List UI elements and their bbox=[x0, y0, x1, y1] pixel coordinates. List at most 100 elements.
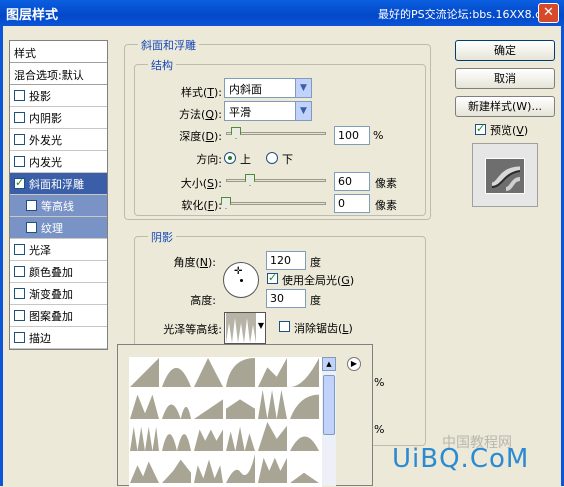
preview-swatch bbox=[485, 158, 525, 194]
popup-menu-button[interactable]: ▶ bbox=[347, 357, 361, 371]
ok-button[interactable]: 确定 bbox=[455, 40, 555, 61]
style-item[interactable]: 图案叠加 bbox=[10, 305, 107, 327]
size-input[interactable]: 60 bbox=[334, 172, 370, 191]
style-item[interactable]: 描边 bbox=[10, 327, 107, 349]
contour-preset[interactable] bbox=[289, 357, 320, 388]
depth-slider[interactable] bbox=[226, 132, 326, 135]
antialias-label: 消除锯齿(L) bbox=[294, 322, 353, 335]
style-item[interactable]: 颜色叠加 bbox=[10, 261, 107, 283]
percent-label-2: % bbox=[374, 423, 385, 436]
style-select[interactable]: 内斜面 ▼ bbox=[224, 78, 312, 98]
preview-checkbox[interactable] bbox=[475, 122, 486, 135]
style-item[interactable]: 等高线 bbox=[10, 195, 107, 217]
angle-unit: 度 bbox=[310, 256, 321, 269]
gloss-contour-label: 光泽等高线: bbox=[163, 323, 222, 336]
style-checkbox[interactable] bbox=[14, 244, 25, 255]
size-unit: 像素 bbox=[375, 177, 397, 190]
contour-preset[interactable] bbox=[257, 421, 288, 452]
gloss-contour-picker[interactable]: ▼ bbox=[224, 312, 266, 344]
cancel-button[interactable]: 取消 bbox=[455, 68, 555, 89]
style-item[interactable]: 外发光 bbox=[10, 129, 107, 151]
window-title: 图层样式 bbox=[6, 8, 59, 23]
close-button[interactable]: ✕ bbox=[538, 3, 559, 23]
popup-scrollbar[interactable]: ▲ bbox=[322, 357, 336, 486]
style-checkbox[interactable] bbox=[26, 222, 37, 233]
style-item[interactable]: 渐变叠加 bbox=[10, 283, 107, 305]
contour-preset[interactable] bbox=[225, 357, 256, 388]
styles-list: 样式 混合选项:默认 投影内阴影外发光内发光斜面和浮雕等高线纹理光泽颜色叠加渐变… bbox=[9, 40, 108, 350]
depth-input[interactable]: 100 bbox=[334, 126, 370, 145]
direction-up-radio[interactable] bbox=[224, 152, 236, 164]
contour-grid bbox=[129, 357, 322, 487]
contour-preset[interactable] bbox=[129, 421, 160, 452]
contour-preset[interactable] bbox=[193, 389, 224, 420]
contour-preset[interactable] bbox=[257, 357, 288, 388]
style-item[interactable]: 内阴影 bbox=[10, 107, 107, 129]
technique-value: 平滑 bbox=[229, 106, 251, 119]
contour-preset[interactable] bbox=[129, 453, 160, 484]
style-item[interactable]: 内发光 bbox=[10, 151, 107, 173]
contour-preset[interactable] bbox=[193, 453, 224, 484]
scroll-up-icon[interactable]: ▲ bbox=[322, 357, 336, 371]
global-light-checkbox[interactable] bbox=[267, 271, 278, 284]
contour-preset[interactable] bbox=[161, 453, 192, 484]
style-checkbox[interactable] bbox=[14, 288, 25, 299]
angle-dial[interactable]: ✛ bbox=[223, 262, 259, 298]
contour-preset[interactable] bbox=[225, 389, 256, 420]
new-style-button[interactable]: 新建样式(W)... bbox=[455, 96, 555, 117]
soften-input[interactable]: 0 bbox=[334, 194, 370, 213]
contour-preset[interactable] bbox=[257, 453, 288, 484]
soften-slider[interactable] bbox=[226, 202, 326, 205]
contour-preset[interactable] bbox=[129, 357, 160, 388]
contour-preset[interactable] bbox=[193, 357, 224, 388]
altitude-unit: 度 bbox=[310, 294, 321, 307]
style-checkbox[interactable] bbox=[14, 156, 25, 167]
style-item-label: 内阴影 bbox=[29, 111, 62, 125]
bevel-preview-icon bbox=[491, 166, 521, 191]
style-checkbox[interactable] bbox=[26, 200, 37, 211]
contour-preset[interactable] bbox=[225, 421, 256, 452]
scroll-thumb[interactable] bbox=[323, 375, 335, 435]
contour-preset[interactable] bbox=[225, 453, 256, 484]
angle-input[interactable]: 120 bbox=[266, 251, 306, 270]
style-item[interactable]: 光泽 bbox=[10, 239, 107, 261]
style-checkbox[interactable] bbox=[14, 90, 25, 101]
contour-preset[interactable] bbox=[193, 421, 224, 452]
size-slider[interactable] bbox=[226, 179, 326, 182]
contour-preset[interactable] bbox=[161, 357, 192, 388]
style-checkbox[interactable] bbox=[14, 176, 25, 189]
altitude-input[interactable]: 30 bbox=[266, 289, 306, 308]
style-item-label: 光泽 bbox=[29, 243, 51, 257]
style-item-label: 等高线 bbox=[41, 199, 74, 213]
style-item[interactable]: 投影 bbox=[10, 85, 107, 107]
contour-preset[interactable] bbox=[161, 421, 192, 452]
contour-preset[interactable] bbox=[289, 389, 320, 420]
antialias-checkbox[interactable] bbox=[279, 321, 290, 332]
style-value: 内斜面 bbox=[229, 83, 262, 96]
contour-preset[interactable] bbox=[289, 453, 320, 484]
style-checkbox[interactable] bbox=[14, 310, 25, 321]
shading-title: 阴影 bbox=[148, 229, 176, 245]
style-checkbox[interactable] bbox=[14, 332, 25, 343]
blend-options-item[interactable]: 混合选项:默认 bbox=[10, 63, 107, 85]
style-item-label: 颜色叠加 bbox=[29, 265, 73, 279]
altitude-label: 高度: bbox=[190, 294, 216, 307]
contour-preset[interactable] bbox=[161, 389, 192, 420]
contour-preset[interactable] bbox=[129, 389, 160, 420]
contour-preset[interactable] bbox=[289, 421, 320, 452]
style-item-label: 图案叠加 bbox=[29, 309, 73, 323]
style-item-label: 纹理 bbox=[41, 221, 63, 235]
chevron-down-icon: ▼ bbox=[295, 102, 311, 120]
style-item-label: 外发光 bbox=[29, 133, 62, 147]
direction-down-radio[interactable] bbox=[266, 152, 278, 164]
style-item[interactable]: 斜面和浮雕 bbox=[10, 173, 107, 195]
technique-select[interactable]: 平滑 ▼ bbox=[224, 101, 312, 121]
contour-preset[interactable] bbox=[257, 389, 288, 420]
percent-label-1: % bbox=[374, 376, 385, 389]
style-item[interactable]: 纹理 bbox=[10, 217, 107, 239]
style-checkbox[interactable] bbox=[14, 112, 25, 123]
style-checkbox[interactable] bbox=[14, 266, 25, 277]
styles-header[interactable]: 样式 bbox=[10, 41, 107, 63]
direction-up-label: 上 bbox=[240, 153, 251, 166]
style-checkbox[interactable] bbox=[14, 134, 25, 145]
